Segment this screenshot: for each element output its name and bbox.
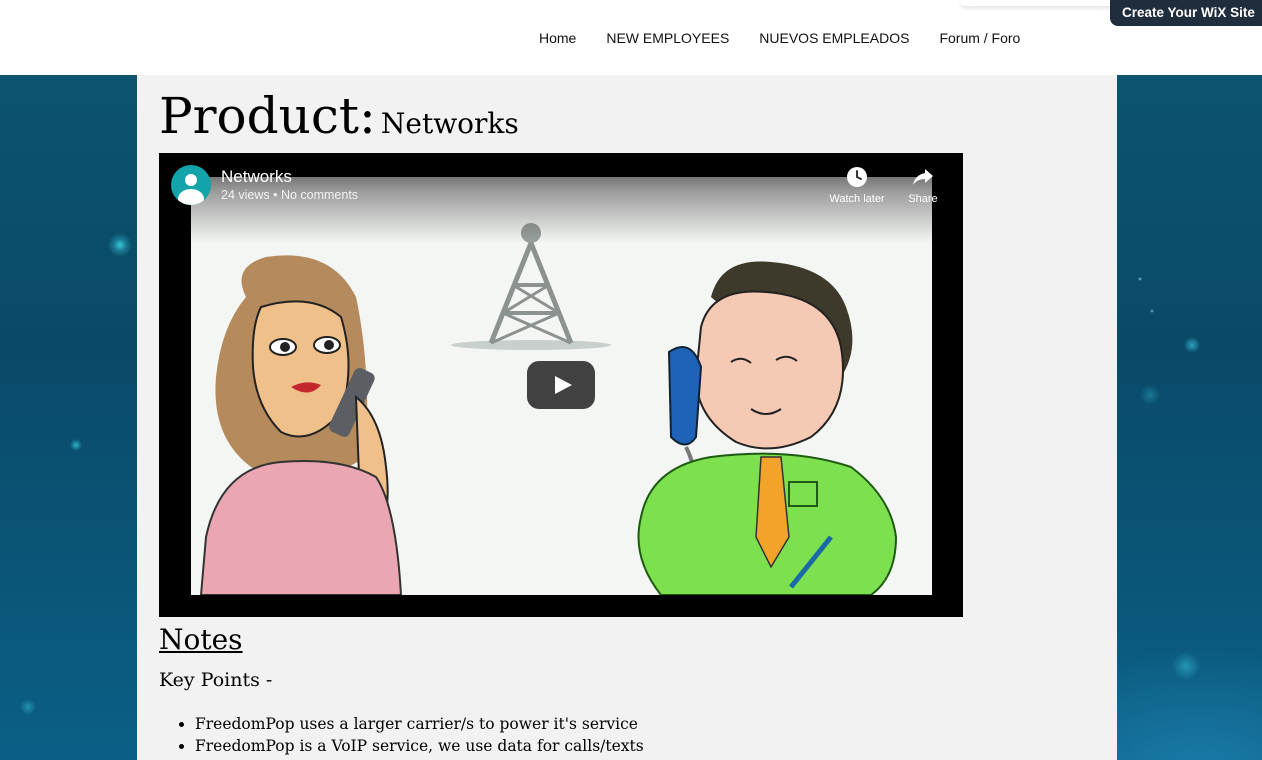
channel-avatar-icon[interactable] (171, 165, 211, 205)
nav-forum[interactable]: Forum / Foro (939, 30, 1020, 46)
play-icon (555, 376, 572, 394)
create-wix-site-button[interactable]: Create Your WiX Site (1110, 0, 1262, 26)
share-arrow-icon (913, 169, 933, 185)
header-shadow-tab (960, 0, 1120, 6)
notes-heading: Notes (159, 623, 243, 656)
play-button[interactable] (527, 361, 595, 409)
nav-new-employees[interactable]: NEW EMPLOYEES (606, 30, 729, 46)
watch-later-label: Watch later (829, 193, 885, 205)
list-item: FreedomPop is a VoIP service, we use dat… (195, 735, 644, 757)
share-label: Share (908, 193, 938, 205)
site-header: Home NEW EMPLOYEES NUEVOS EMPLEADOS Foru… (0, 0, 1262, 75)
woman-on-phone-illustration (199, 255, 403, 596)
watch-later-button[interactable]: Watch later (825, 165, 889, 205)
key-points-list: FreedomPop uses a larger carrier/s to po… (159, 713, 644, 757)
nav-nuevos-empleados[interactable]: NUEVOS EMPLEADOS (759, 30, 909, 46)
man-on-phone-illustration (637, 261, 898, 596)
clock-icon (847, 167, 867, 187)
video-title[interactable]: Networks (221, 167, 292, 187)
video-player[interactable]: Networks 24 views • No comments Watch la… (159, 153, 963, 617)
page-title: Product: Networks (159, 87, 519, 145)
main-nav: Home NEW EMPLOYEES NUEVOS EMPLEADOS Foru… (539, 30, 1050, 46)
page-title-name: Networks (380, 107, 519, 140)
nav-home[interactable]: Home (539, 30, 576, 46)
page-title-prefix: Product: (159, 87, 376, 145)
video-meta: 24 views • No comments (221, 188, 359, 202)
share-button[interactable]: Share (891, 165, 955, 205)
list-item: FreedomPop uses a larger carrier/s to po… (195, 713, 644, 735)
key-points-heading: Key Points - (159, 669, 273, 691)
content-panel: Product: Networks Networks 24 views • No… (137, 75, 1117, 760)
